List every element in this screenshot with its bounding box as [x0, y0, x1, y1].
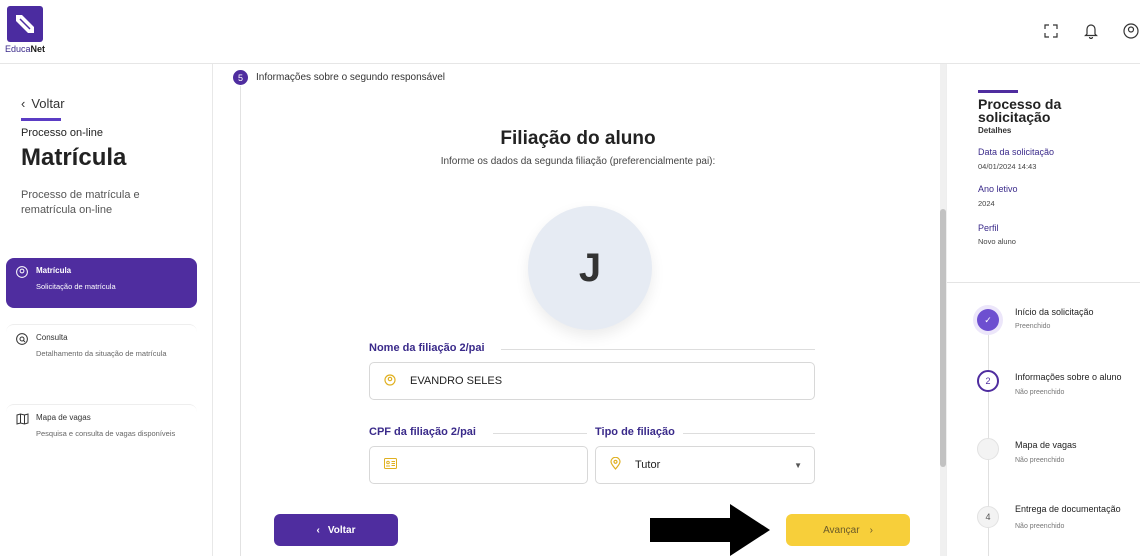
details-title: Processo da solicitação — [978, 96, 1062, 125]
back-link[interactable]: ‹ Voltar — [21, 96, 65, 111]
sidebar-item-mapa-de-vagas[interactable]: Mapa de vagas Pesquisa e consulta de vag… — [6, 404, 197, 474]
sidebar: ‹ Voltar Processo on-line Matrícula Proc… — [0, 64, 213, 556]
divider — [501, 349, 815, 350]
user-icon — [16, 266, 28, 281]
divider — [947, 282, 1140, 283]
divider — [493, 433, 587, 434]
back-button-label: Voltar — [327, 524, 356, 536]
detail-key: Data da solicitação — [978, 147, 1055, 157]
detail-key: Ano letivo — [978, 184, 1018, 194]
back-link-label: Voltar — [31, 96, 65, 111]
divider — [683, 433, 815, 434]
map-icon — [16, 413, 29, 428]
timeline-step-title: Informações sobre o aluno — [1015, 372, 1122, 382]
name-field-value: EVANDRO SELES — [410, 375, 503, 387]
process-label: Processo on-line — [21, 127, 103, 139]
chevron-right-icon: › — [869, 524, 873, 536]
details-accent-bar — [978, 90, 1018, 93]
timeline-step-status: Preenchido — [1015, 323, 1051, 330]
timeline-step-done: ✓ — [977, 309, 999, 331]
type-field-label: Tipo de filiação — [595, 426, 675, 438]
avatar-initial: J — [578, 245, 602, 290]
timeline-step-todo: 4 — [977, 506, 999, 528]
type-select-value: Tutor — [635, 459, 661, 471]
arrow-right-icon — [650, 504, 770, 556]
details-panel: Processo da solicitação Detalhes Data da… — [946, 64, 1140, 556]
name-field[interactable]: EVANDRO SELES — [369, 362, 815, 400]
detail-value: Novo aluno — [978, 237, 1016, 246]
detail-key: Perfil — [978, 223, 999, 233]
user-pin-icon — [384, 373, 396, 389]
step-number-badge: 5 — [233, 70, 248, 85]
back-underline — [21, 118, 61, 121]
top-bar: EducaNet — [0, 0, 1140, 64]
cpf-field-label: CPF da filiação 2/pai — [369, 426, 476, 438]
timeline-step-marker: 4 — [985, 512, 991, 522]
sidebar-item-title: Matrícula — [36, 266, 72, 275]
back-button[interactable]: ‹ Voltar — [274, 514, 398, 546]
timeline-step-status: Não preenchido — [1015, 389, 1065, 396]
educanet-logo[interactable]: EducaNet — [5, 6, 45, 58]
next-button[interactable]: Avançar › — [786, 514, 910, 546]
chevron-left-icon: ‹ — [21, 96, 26, 111]
sidebar-item-subtitle: Solicitação de matrícula — [36, 282, 116, 291]
chevron-down-icon: ▼ — [794, 461, 802, 470]
check-icon: ✓ — [984, 314, 992, 325]
timeline-step-status: Não preenchido — [1015, 457, 1065, 464]
detail-value: 2024 — [978, 199, 995, 208]
chevron-left-icon: ‹ — [316, 524, 320, 536]
user-icon[interactable] — [1122, 22, 1140, 40]
logo-text-suffix: Net — [30, 44, 46, 54]
step-label: Informações sobre o segundo responsável — [256, 72, 446, 83]
fullscreen-icon[interactable] — [1042, 22, 1060, 40]
logo-pencil-icon — [7, 6, 43, 42]
main-content: 5 Informações sobre o segundo responsáve… — [213, 64, 943, 556]
sidebar-item-subtitle: Detalhamento da situação de matrícula — [36, 349, 167, 358]
name-field-label: Nome da filiação 2/pai — [369, 342, 485, 354]
process-title: Matrícula — [21, 144, 127, 171]
logo-text: EducaNet — [5, 44, 45, 54]
next-button-label: Avançar — [823, 524, 860, 536]
sidebar-item-title: Mapa de vagas — [36, 413, 91, 422]
sidebar-item-title: Consulta — [36, 333, 68, 342]
timeline-step-marker: 2 — [985, 376, 991, 386]
cpf-field[interactable] — [369, 446, 588, 484]
bell-icon[interactable] — [1082, 22, 1100, 40]
type-select[interactable]: Tutor ▼ — [595, 446, 815, 484]
sidebar-item-consulta[interactable]: Consulta Detalhamento da situação de mat… — [6, 324, 197, 394]
step-header: 5 Informações sobre o segundo responsáve… — [233, 70, 445, 85]
timeline-step-todo — [977, 438, 999, 460]
timeline-step-title: Início da solicitação — [1015, 307, 1094, 317]
timeline-step-status: Não preenchido — [1015, 523, 1065, 530]
detail-value: 04/01/2024 14:43 — [978, 162, 1037, 171]
logo-text-prefix: Educa — [5, 44, 31, 54]
id-card-icon — [384, 458, 397, 472]
timeline-step-title: Mapa de vagas — [1015, 440, 1077, 450]
location-pin-icon — [610, 456, 621, 473]
sidebar-item-subtitle: Pesquisa e consulta de vagas disponíveis — [36, 429, 176, 438]
sidebar-item-matricula[interactable]: Matrícula Solicitação de matrícula — [6, 258, 197, 308]
timeline-step-title: Entrega de documentação — [1015, 504, 1121, 514]
details-subtitle: Detalhes — [978, 126, 1012, 135]
timeline-step-current: 2 — [977, 370, 999, 392]
avatar: J — [528, 206, 652, 330]
form-subtitle: Informe os dados da segunda filiação (pr… — [440, 156, 716, 167]
search-icon — [16, 333, 28, 348]
form-title: Filiação do aluno — [500, 128, 656, 149]
process-description: Processo de matrícula e rematrícula on-l… — [21, 189, 140, 216]
